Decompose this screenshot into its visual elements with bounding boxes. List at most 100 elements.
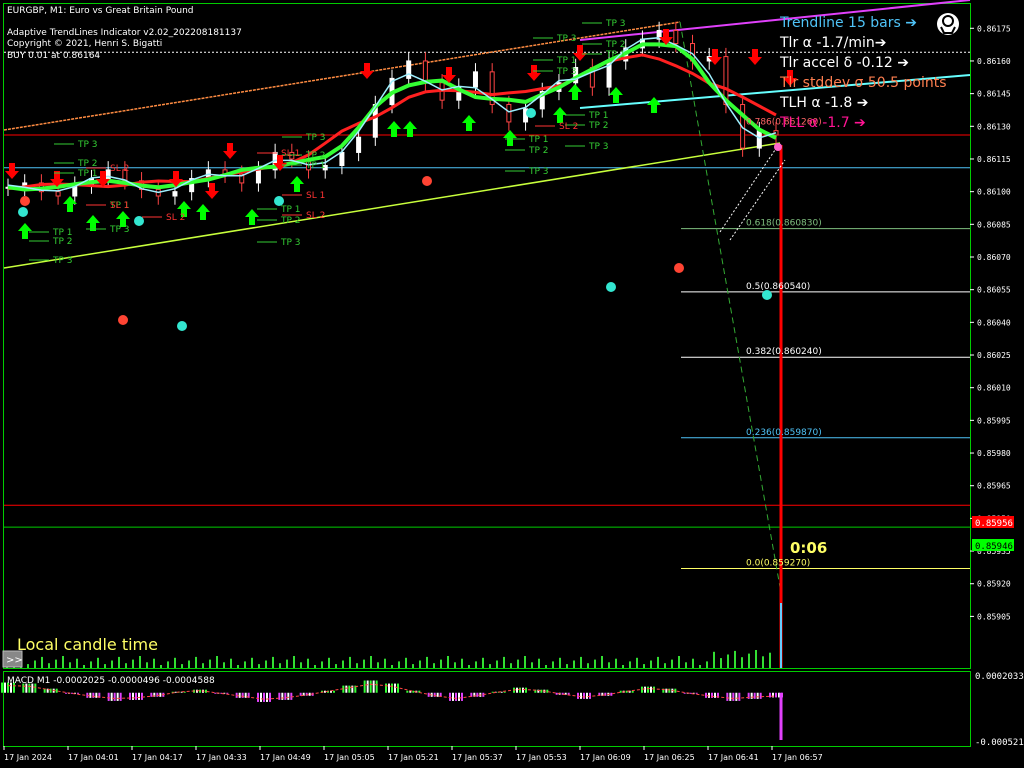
tp-label: TP 1 [528,135,549,145]
x-tick-label: 17 Jan 2024 [4,753,52,762]
y-tick-label: 0.86085 [977,220,1011,229]
sl-label: SL 1 [110,201,129,211]
volume-bar [650,660,652,668]
expand-button[interactable]: >> [2,650,23,668]
volume-bar [153,658,155,668]
sell-arrow-icon [360,63,374,79]
y-tick-label: 0.86055 [977,286,1011,295]
volume-bar [461,658,463,668]
volume-bar [412,664,414,668]
candle-body [55,191,61,197]
tp-label: TP 1 [556,56,577,66]
x-tick-label: 17 Jan 04:01 [68,753,119,762]
y-tick-label: 0.86145 [977,90,1011,99]
info-panel-line: TLH α -1.8 ➔ [779,95,869,111]
cyan-signal-dot [18,207,28,217]
volume-bar [545,665,547,668]
candle-body [255,169,261,184]
y-tick-label: 0.86100 [977,188,1011,197]
volume-bar [405,657,407,668]
volume-bar [118,656,120,668]
volume-bar [314,665,316,668]
cyan-signal-dot [526,108,536,118]
candle-body [406,60,412,79]
trendline-info-panel: Trendline 15 bars ➔ Tlr α -1.7/min➔ Tlr ac… [779,15,947,131]
sl-label: SL 2 [306,211,325,221]
y-tick-label: 0.85980 [977,449,1011,458]
volume-bar [97,657,99,668]
y-tick-label: 0.86070 [977,253,1011,262]
tp-label: TP 2 [605,40,626,50]
tp-label: TP 2 [52,237,73,247]
volume-bar [34,660,36,668]
volume-bar [433,663,435,668]
volume-bar [258,664,260,668]
macd-layer [1,680,783,740]
volume-bar [664,663,666,668]
red-signal-dot [20,196,30,206]
candle-timer: 0:06 [790,539,827,557]
x-tick-label: 17 Jan 06:25 [644,753,695,762]
x-tick-label: 17 Jan 05:37 [452,753,503,762]
tp-label: TP 3 [588,142,609,152]
fib-level-label: 0.236(0.859870) [746,428,822,438]
buy-arrow-icon [18,223,32,239]
volume-bar [671,659,673,668]
tp-label: TP 1 [280,205,301,215]
x-tick-label: 17 Jan 05:21 [388,753,439,762]
volume-bar [265,660,267,668]
volume-bar [517,659,519,668]
volume-bar [608,662,610,668]
y-tick-label: 0.86115 [977,155,1011,164]
volume-bar [251,657,253,668]
volume-bar [594,659,596,668]
volume-bar [104,664,106,668]
volume-bar [482,657,484,668]
indicator-copyright: Copyright © 2021, Henri S. Bigatti [7,39,162,49]
volume-bar [181,664,183,668]
red-signal-dot [674,263,684,273]
sl-label: SL 2 [166,213,185,223]
sell-arrow-icon [205,183,219,199]
tp-label: TP 2 [305,151,326,161]
x-tick-label: 17 Jan 05:05 [324,753,375,762]
candle-body [756,130,762,149]
tp-label: TP 3 [52,256,73,266]
y-tick-label: 0.85920 [977,580,1011,589]
volume-bar [755,650,757,668]
candle-body [172,191,178,197]
buy-arrow-icon [462,115,476,131]
sell-arrow-icon [527,65,541,81]
volume-bar [293,656,295,668]
volume-bar [762,656,764,668]
x-tick-label: 17 Jan 04:33 [196,753,247,762]
volume-bar [237,665,239,668]
volume-bar [566,664,568,668]
y-tick-label: 0.86025 [977,351,1011,360]
y-tick-label: 0.86040 [977,318,1011,327]
volume-bar [160,665,162,668]
volume-bar [41,656,43,668]
tp-label: TP 3 [109,225,130,235]
y-tick-label: 0.85965 [977,482,1011,491]
volume-bar [377,662,379,668]
volume-bar [685,662,687,668]
price-chart[interactable]: 0.618(0.860830) 0.5(0.860540) 0.382(0.8602… [0,0,1024,768]
x-tick-label: 17 Jan 06:41 [708,753,759,762]
volume-bar [510,663,512,668]
info-panel-line: Tlr stddev σ 50.5 points [779,75,947,91]
volume-bar [27,664,29,668]
tp-label: TP 2 [280,216,301,226]
volume-bar [230,658,232,668]
buy-arrow-icon [196,204,210,220]
candles-layer [5,21,782,668]
volume-bar [223,662,225,668]
volume-bar [692,658,694,668]
tp-label: TP 3 [77,140,98,150]
cyan-signal-dot [177,321,187,331]
tp-label: TP 1 [588,111,609,121]
candle-body [339,151,345,167]
volume-bar [769,652,771,668]
volume-bar [272,656,274,668]
volume-bar [167,661,169,668]
